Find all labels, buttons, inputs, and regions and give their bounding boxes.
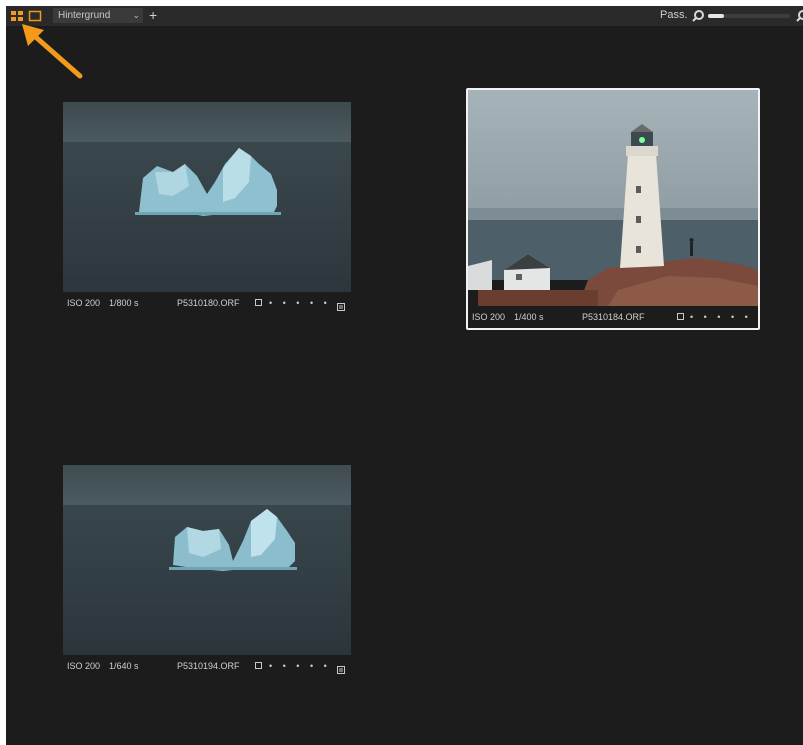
filename-label: P5310180.ORF — [177, 298, 240, 308]
shutter-label: 1/640 s — [109, 661, 139, 671]
menu-icon[interactable] — [337, 662, 345, 674]
iso-label: ISO 200 — [472, 312, 506, 322]
iso-label: ISO 200 — [67, 298, 101, 308]
iso-label: ISO 200 — [67, 661, 101, 671]
filename-label: P5310184.ORF — [582, 312, 645, 322]
add-icon[interactable]: + — [149, 7, 157, 23]
thumbnail-metadata: ISO 200 1/800 s P5310180.ORF • • • • • — [63, 294, 353, 312]
chevron-down-icon: ⌄ — [132, 10, 140, 20]
top-toolbar: Hintergrund ⌄ + Pass. — [6, 6, 803, 27]
shutter-label: 1/400 s — [514, 312, 544, 322]
select-checkbox[interactable] — [255, 299, 262, 306]
thumbnail-metadata: ISO 200 1/400 s P5310184.ORF • • • • • — [468, 308, 758, 326]
select-checkbox[interactable] — [677, 313, 684, 320]
rating-dots[interactable]: • • • • • — [690, 308, 752, 326]
menu-icon[interactable] — [337, 299, 345, 311]
zoom-in-icon[interactable] — [795, 9, 803, 23]
thumbnail-image — [468, 90, 758, 306]
shutter-label: 1/800 s — [109, 298, 139, 308]
annotation-arrow — [22, 24, 83, 79]
thumbnail-image — [63, 465, 351, 655]
thumbnail-1[interactable]: ISO 200 1/800 s P5310180.ORF • • • • • — [63, 102, 353, 314]
background-dropdown-value: Hintergrund — [58, 10, 111, 21]
thumbnail-image — [63, 102, 351, 292]
zoom-icon[interactable] — [691, 9, 705, 23]
thumbnail-2-selected[interactable]: ISO 200 1/400 s P5310184.ORF • • • • • — [466, 88, 760, 330]
rating-dots[interactable]: • • • • • — [269, 657, 331, 675]
background-dropdown[interactable]: Hintergrund ⌄ — [53, 8, 143, 23]
single-view-icon[interactable] — [28, 9, 42, 23]
thumbnail-3[interactable]: ISO 200 1/640 s P5310194.ORF • • • • • — [63, 465, 353, 677]
filename-label: P5310194.ORF — [177, 661, 240, 671]
zoom-slider-fill — [708, 14, 725, 18]
zoom-slider[interactable] — [708, 14, 790, 18]
grid-view-icon[interactable] — [10, 9, 24, 23]
browser-window: Hintergrund ⌄ + Pass. ISO 200 1/800 s P5… — [6, 6, 803, 745]
thumbnail-metadata: ISO 200 1/640 s P5310194.ORF • • • • • — [63, 657, 353, 675]
fit-label[interactable]: Pass. — [660, 9, 688, 21]
select-checkbox[interactable] — [255, 662, 262, 669]
rating-dots[interactable]: • • • • • — [269, 294, 331, 312]
